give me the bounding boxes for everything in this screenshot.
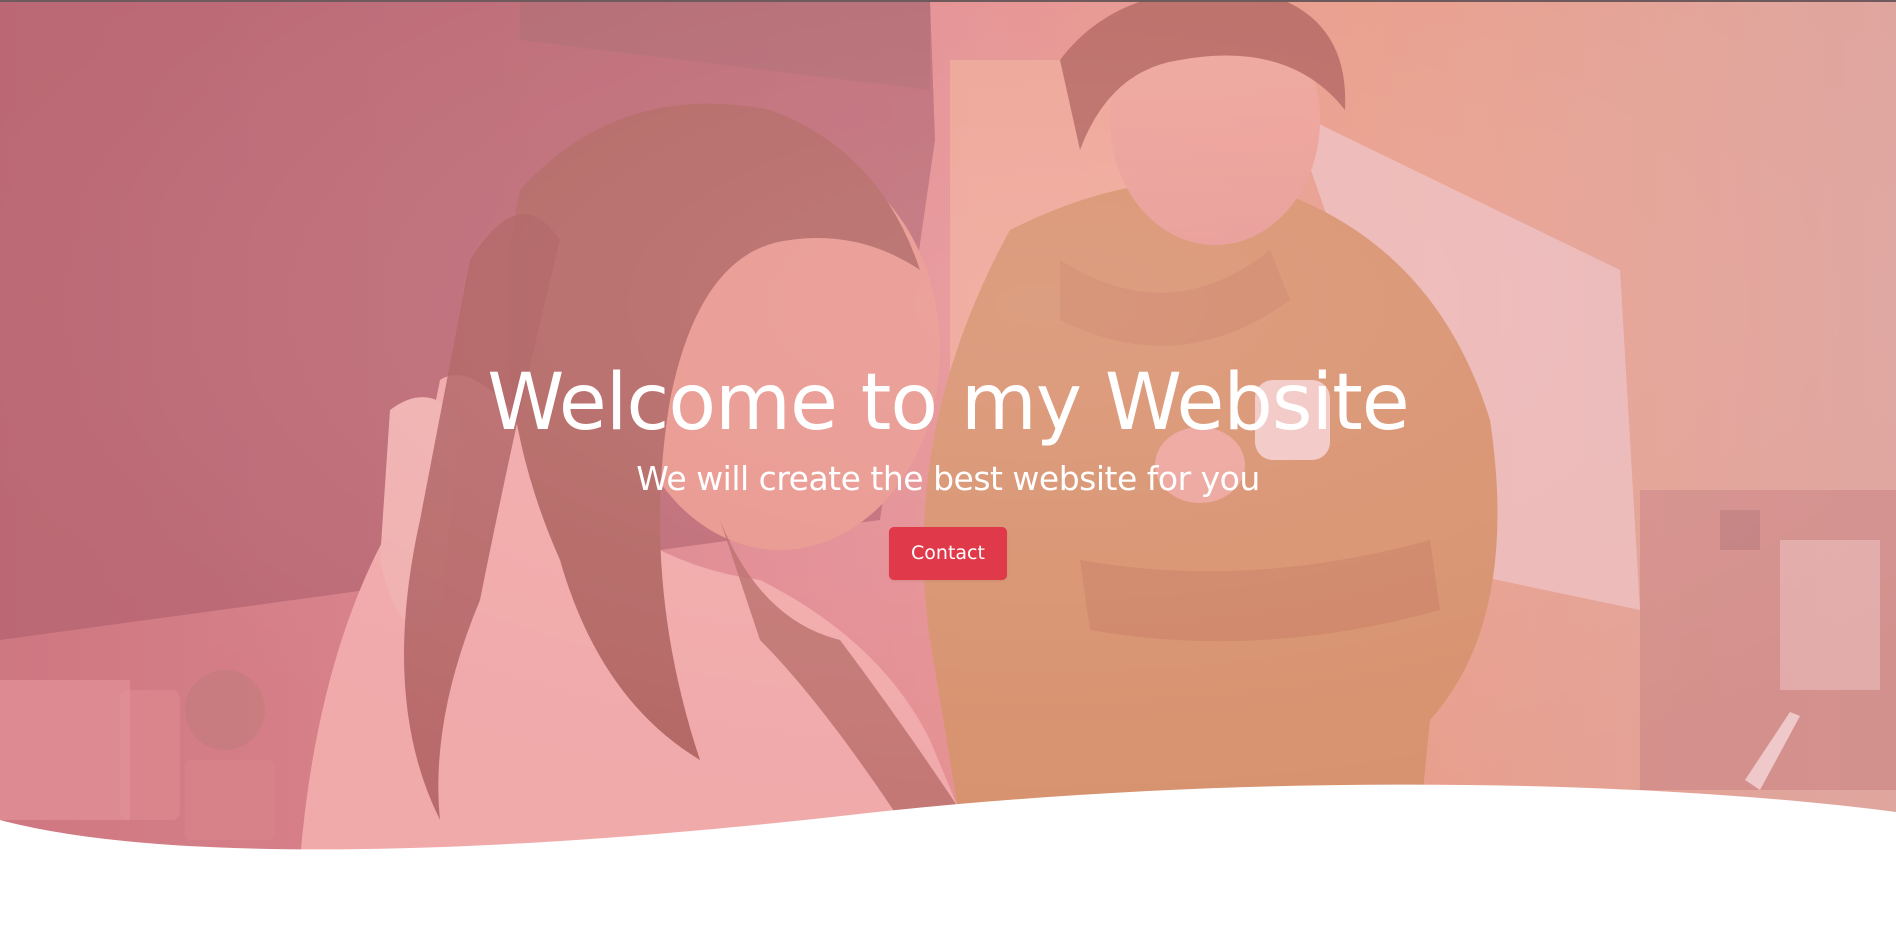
hero-content: Welcome to my Website We will create the…	[0, 355, 1896, 580]
hero-subtitle: We will create the best website for you	[636, 459, 1260, 498]
wave-divider	[0, 784, 1896, 950]
hero-section: Welcome to my Website We will create the…	[0, 0, 1896, 870]
top-border	[0, 0, 1896, 2]
page: Welcome to my Website We will create the…	[0, 0, 1896, 950]
contact-button[interactable]: Contact	[889, 527, 1007, 580]
hero-title: Welcome to my Website	[487, 358, 1410, 448]
